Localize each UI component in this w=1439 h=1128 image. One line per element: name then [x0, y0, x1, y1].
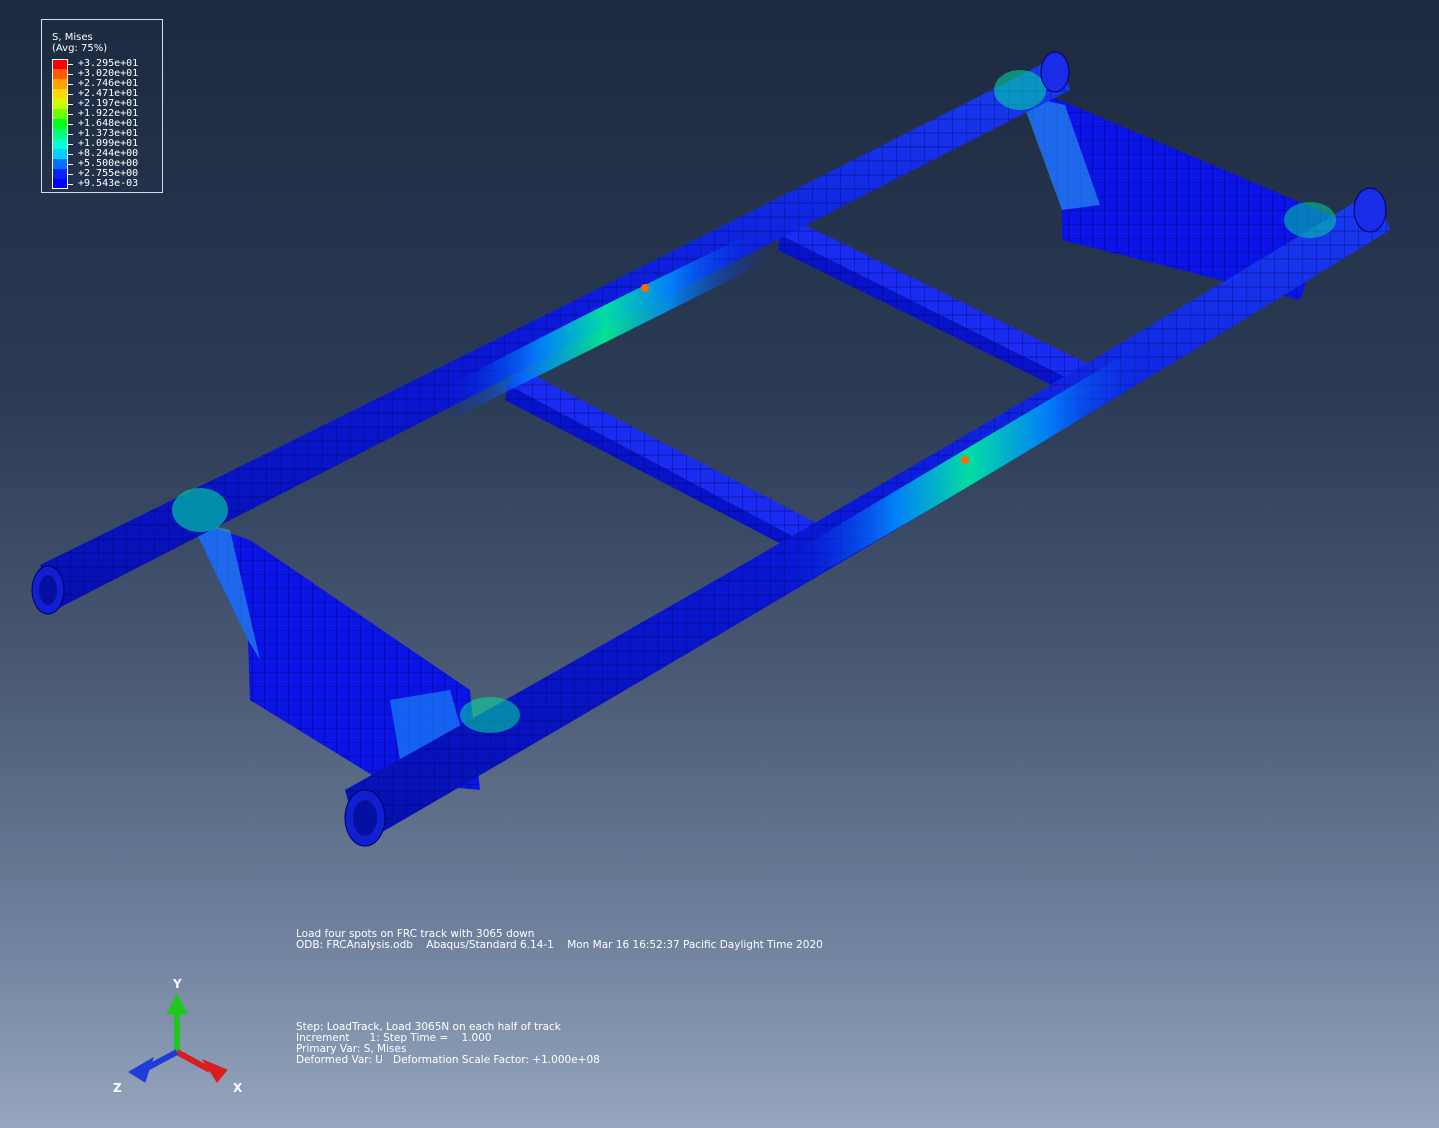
legend-tick [68, 84, 73, 85]
legend-tick [68, 184, 73, 185]
legend-bar-outline [52, 59, 68, 189]
legend-value: +9.543e-03 [78, 178, 139, 189]
legend-tick [68, 94, 73, 95]
legend-tick [68, 174, 73, 175]
x-axis-label: X [233, 1081, 243, 1095]
legend-tick [68, 74, 73, 75]
cross-member-near [505, 368, 830, 560]
cross-member-far [778, 220, 1090, 395]
legend-tick [68, 144, 73, 145]
y-axis-label: Y [172, 977, 182, 991]
legend-tick [68, 164, 73, 165]
legend-tick [68, 134, 73, 135]
legend-tick [68, 64, 73, 65]
legend-tick [68, 104, 73, 105]
model-viewport[interactable] [0, 0, 1439, 1128]
deformed-var-line: Deformed Var: U Deformation Scale Factor… [296, 1054, 600, 1066]
y-axis-arrow [166, 992, 188, 1052]
stress-legend: S, Mises (Avg: 75%) +3.295e+01 +3.020e+01… [41, 19, 163, 193]
legend-title: S, Mises [52, 32, 93, 43]
back-rail-tube [31, 51, 1070, 615]
z-axis-arrow [128, 1049, 179, 1083]
x-axis-arrow [175, 1049, 228, 1083]
legend-subtitle: (Avg: 75%) [52, 43, 108, 54]
legend-tick [68, 124, 73, 125]
coordinate-triad: Y X Z [113, 977, 243, 1095]
z-axis-label: Z [113, 1081, 122, 1095]
odb-info-line: ODB: FRCAnalysis.odb Abaqus/Standard 6.1… [296, 939, 823, 951]
legend-tick [68, 114, 73, 115]
legend-tick [68, 154, 73, 155]
